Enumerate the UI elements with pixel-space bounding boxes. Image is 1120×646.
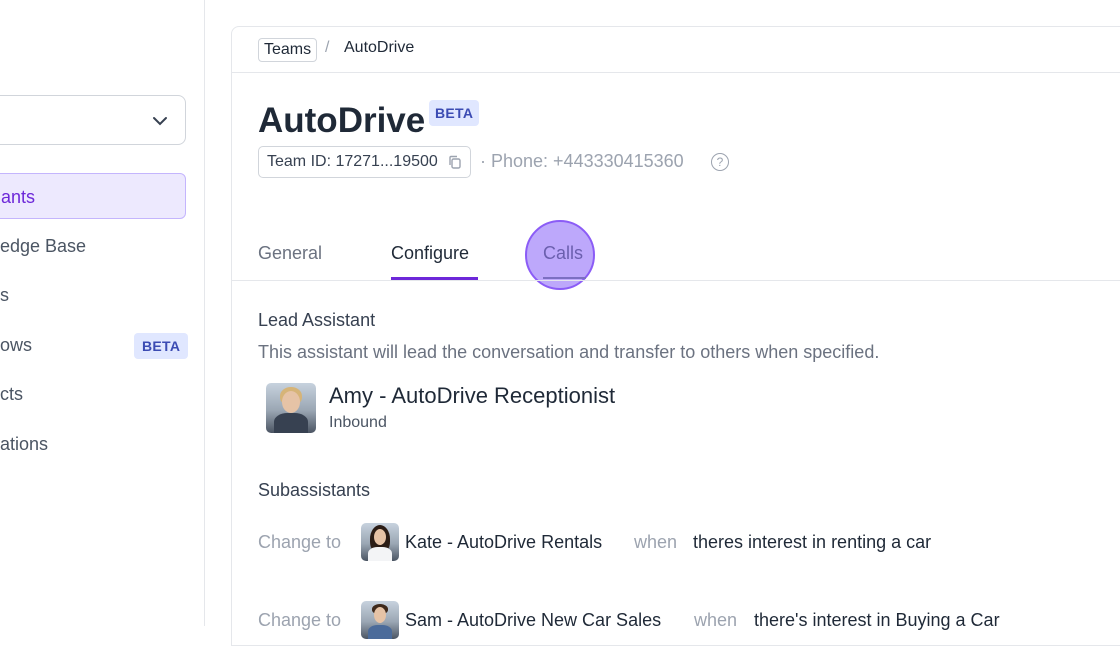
hover-underline xyxy=(543,277,586,279)
sidebar-item-label: cts xyxy=(0,384,24,404)
lead-assistant-heading: Lead Assistant xyxy=(258,310,376,330)
tab-general[interactable]: General xyxy=(258,243,322,264)
avatar xyxy=(266,383,316,433)
subassistant-name[interactable]: Sam - AutoDrive New Car Sales xyxy=(405,610,661,631)
sidebar-item-label: ations xyxy=(0,434,49,454)
lead-assistant-direction: Inbound xyxy=(329,414,387,431)
copy-icon[interactable] xyxy=(448,155,462,169)
when-label: when xyxy=(694,610,738,630)
sidebar-item-label: ows xyxy=(0,335,33,355)
main-panel: Teams / AutoDrive AutoDrive BETA Team ID… xyxy=(231,26,1120,646)
sidebar-item-5[interactable]: cts xyxy=(0,371,186,417)
subassistant-condition[interactable]: theres interest in renting a car xyxy=(693,532,931,553)
team-id-chip[interactable]: Team ID: 17271...19500 xyxy=(258,146,472,178)
sidebar-item-label: edge Base xyxy=(0,236,87,256)
avatar xyxy=(361,601,399,639)
sidebar-item-3[interactable]: s xyxy=(0,272,186,318)
breadcrumb: Teams / AutoDrive xyxy=(232,27,1120,73)
team-id-text: Team ID: 17271...19500 xyxy=(267,153,438,170)
sidebar-item-label: ants xyxy=(1,187,36,207)
assistant-select[interactable] xyxy=(0,95,186,145)
tab-calls[interactable]: Calls xyxy=(543,243,583,264)
sidebar-item-knowledge-base[interactable]: edge Base xyxy=(0,223,186,269)
subassistants-heading: Subassistants xyxy=(258,480,371,500)
sidebar-item-6[interactable]: ations xyxy=(0,421,186,467)
when-label: when xyxy=(634,532,678,552)
change-to-label: Change to xyxy=(258,532,342,552)
breadcrumb-separator: / xyxy=(325,39,330,56)
phone-number: · Phone: +443330415360 xyxy=(480,151,684,171)
sidebar-item-label: s xyxy=(0,285,9,305)
sidebar: ants edge Base s ows BETA cts ations xyxy=(0,0,205,626)
avatar xyxy=(361,523,399,561)
tabs-divider xyxy=(232,280,1120,281)
lead-assistant-name[interactable]: Amy - AutoDrive Receptionist xyxy=(329,383,615,409)
beta-badge: BETA xyxy=(429,100,480,126)
breadcrumb-current: AutoDrive xyxy=(344,39,415,56)
page-title: AutoDrive xyxy=(258,101,426,140)
lead-assistant-description: This assistant will lead the conversatio… xyxy=(258,342,880,362)
sidebar-item-assistants[interactable]: ants xyxy=(0,173,186,219)
beta-badge: BETA xyxy=(134,333,189,359)
chevron-down-icon xyxy=(153,117,167,126)
help-icon[interactable]: ? xyxy=(711,153,729,171)
subassistant-condition[interactable]: there's interest in Buying a Car xyxy=(754,610,1000,631)
tab-configure[interactable]: Configure xyxy=(391,243,469,264)
change-to-label: Change to xyxy=(258,610,342,630)
subassistant-name[interactable]: Kate - AutoDrive Rentals xyxy=(405,532,602,553)
breadcrumb-teams-link[interactable]: Teams xyxy=(258,38,318,62)
